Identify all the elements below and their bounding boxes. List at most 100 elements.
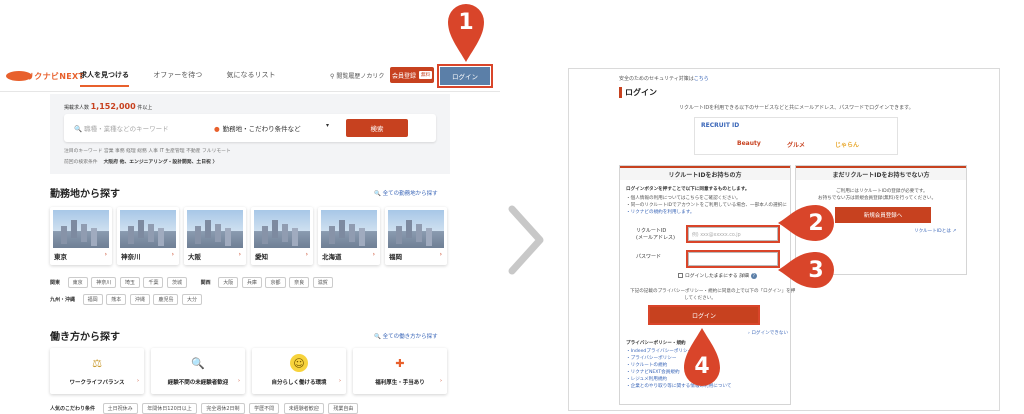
search-button[interactable]: 検索 bbox=[346, 119, 408, 137]
city-card-tokyo[interactable]: 東京 › bbox=[50, 207, 112, 265]
popular-conditions: 人気のこだわり条件 土日祝休み 年間休日120日以上 完全週休2日制 学歴不問 … bbox=[50, 403, 361, 414]
checkbox-icon bbox=[678, 273, 683, 278]
pref-chip[interactable]: 神奈川 bbox=[91, 277, 117, 288]
condition-chip[interactable]: 完全週休2日制 bbox=[201, 403, 245, 414]
city-card-hokkaido[interactable]: 北海道 › bbox=[318, 207, 380, 265]
security-note: 安全のためのセキュリティ対策はこちら bbox=[619, 76, 709, 82]
magnifier-icon: 🔍 bbox=[191, 356, 205, 370]
brand-jalan: じゃらん bbox=[835, 142, 860, 149]
smile-icon: ☺ bbox=[290, 354, 308, 372]
pref-chip[interactable]: 茨城 bbox=[167, 277, 188, 288]
style-section-title: 働き方から探す bbox=[50, 332, 120, 343]
register-button[interactable]: 会員登録 無料 bbox=[390, 67, 434, 83]
condition-chip[interactable]: 学歴不問 bbox=[249, 403, 280, 414]
policy-link[interactable]: ・レジュメ利用規約 bbox=[626, 376, 667, 382]
style-card-inexperienced[interactable]: 🔍 経験不問の未経験者歓迎 › bbox=[151, 348, 245, 394]
city-photo bbox=[254, 210, 310, 248]
free-badge: 無料 bbox=[419, 71, 432, 79]
pref-chip[interactable]: 東京 bbox=[67, 277, 88, 288]
recent-search[interactable]: 前回の検索条件 大阪府 他、エンジニアリング・設計開発、土日祝 〉 bbox=[64, 158, 217, 165]
pref-row-kanto-kansai: 関東 東京 神奈川 埼玉 千葉 茨城 関西 大阪 兵庫 京都 奈良 滋賀 bbox=[50, 277, 335, 288]
all-styles-link[interactable]: 🔍 全ての働き方から探す bbox=[374, 332, 438, 340]
have-id-header: リクルートIDをお持ちの方 bbox=[620, 166, 790, 180]
style-card-benefits[interactable]: ✚ 福利厚生・手当あり › bbox=[353, 348, 447, 394]
job-count: 掲載求人数 1,152,000 件以上 bbox=[64, 102, 153, 111]
search-area: 掲載求人数 1,152,000 件以上 🔍 職種・業種などのキーワード ● 勤務地… bbox=[50, 94, 450, 174]
pref-chip[interactable]: 大阪 bbox=[218, 277, 239, 288]
pref-chip[interactable]: 滋賀 bbox=[312, 277, 333, 288]
pin-icon: ● bbox=[214, 125, 220, 133]
keyword-suggestions[interactable]: 注目のキーワード 営業 事務 経理 総務 人事 IT 生産管理 不動産 フルリモ… bbox=[64, 147, 231, 154]
city-card-kanagawa[interactable]: 神奈川 › bbox=[117, 207, 179, 265]
chevron-right-icon bbox=[508, 205, 544, 275]
login-title: ログイン bbox=[619, 87, 657, 98]
password-input[interactable] bbox=[688, 252, 778, 266]
rikunabi-top-page: リクナビNEXT 求人を見つける オファーを待つ 気になるリスト ⚲ 閲覧履歴ノ… bbox=[0, 0, 500, 414]
site-logo[interactable]: リクナビNEXT bbox=[6, 68, 84, 84]
pref-chip[interactable]: 大分 bbox=[182, 294, 203, 305]
keep-login-checkbox[interactable]: ログインしたままにする 詳細? bbox=[678, 272, 757, 279]
benefit-icon: ✚ bbox=[395, 356, 405, 370]
condition-chip[interactable]: 未経験者歓迎 bbox=[283, 403, 324, 414]
city-card-aichi[interactable]: 愛知 › bbox=[251, 207, 313, 265]
condition-chip[interactable]: 年間休日120日以上 bbox=[142, 403, 197, 414]
pref-row-kyushu: 九州・沖縄 福岡 熊本 沖縄 鹿児島 大分 bbox=[50, 294, 204, 305]
style-card-worklife[interactable]: ⚖ ワークライフバランス › bbox=[50, 348, 144, 394]
search-box: 🔍 職種・業種などのキーワード ● 勤務地・こだわり条件など ▾ 検索 bbox=[64, 114, 436, 142]
step-number-1: 1 bbox=[458, 9, 474, 35]
pref-chip[interactable]: 沖縄 bbox=[129, 294, 150, 305]
keyword-input[interactable]: 🔍 職種・業種などのキーワード bbox=[74, 123, 169, 133]
pref-chip[interactable]: 埼玉 bbox=[119, 277, 140, 288]
area-section-title: 勤務地から探す bbox=[50, 189, 120, 200]
location-select[interactable]: ● 勤務地・こだわり条件など bbox=[214, 123, 301, 133]
policy-link[interactable]: ・リクナビNEXT会員規約 bbox=[626, 369, 680, 375]
no-id-header: まだリクルートIDをお持ちでない方 bbox=[796, 166, 966, 180]
nav-find-jobs[interactable]: 求人を見つける bbox=[80, 71, 129, 87]
all-areas-link[interactable]: 🔍 全ての勤務地から探す bbox=[374, 189, 438, 197]
history-link[interactable]: ⚲ 閲覧履歴ノカリク bbox=[330, 71, 384, 80]
security-link[interactable]: こちら bbox=[694, 76, 709, 82]
pref-chip[interactable]: 熊本 bbox=[106, 294, 127, 305]
chevron-down-icon: ▾ bbox=[326, 122, 330, 129]
work-style-cards: ⚖ ワークライフバランス › 🔍 経験不問の未経験者歓迎 › ☺ 自分らしく働ける環… bbox=[50, 348, 450, 396]
pref-chip[interactable]: 鹿児島 bbox=[153, 294, 179, 305]
pref-chip[interactable]: 京都 bbox=[265, 277, 286, 288]
city-photo bbox=[321, 210, 377, 248]
scale-icon: ⚖ bbox=[92, 356, 102, 370]
id-label: リクルートID (メールアドレス) bbox=[636, 228, 675, 241]
login-button[interactable]: ログイン bbox=[440, 67, 490, 85]
city-photo bbox=[53, 210, 109, 248]
condition-chip[interactable]: 残業自由 bbox=[328, 403, 359, 414]
condition-chip[interactable]: 土日祝休み bbox=[102, 403, 138, 414]
what-is-recruit-id-link[interactable]: リクルートIDとは ↗ bbox=[914, 228, 956, 234]
nav-wait-offers[interactable]: オファーを待つ bbox=[153, 71, 202, 79]
nav-favorites[interactable]: 気になるリスト bbox=[226, 71, 275, 79]
brand-beauty: Beauty bbox=[737, 140, 761, 147]
recruit-id-input[interactable]: 例) xxx@xxxxx.co.jp bbox=[688, 227, 778, 241]
pref-chip[interactable]: 兵庫 bbox=[241, 277, 262, 288]
policy-link[interactable]: ・リクルートの規約 bbox=[626, 362, 667, 368]
service-brands: RECRUIT ID Beauty グルメ じゃらん bbox=[694, 117, 898, 155]
style-card-own-way[interactable]: ☺ 自分らしく働ける環境 › bbox=[252, 348, 346, 394]
new-register-button[interactable]: 新規会員登録へ bbox=[835, 207, 931, 223]
city-photo bbox=[388, 210, 444, 248]
policy-link[interactable]: ・プライバシーポリシー bbox=[626, 355, 676, 361]
policy-heading: プライバシーポリシー・規約 bbox=[626, 341, 686, 346]
cannot-login-link[interactable]: › ログインできない bbox=[748, 330, 788, 336]
city-card-osaka[interactable]: 大阪 › bbox=[184, 207, 246, 265]
privacy-here-link[interactable]: こちら bbox=[686, 196, 700, 201]
main-nav: 求人を見つける オファーを待つ 気になるリスト bbox=[80, 70, 297, 87]
step-number-3: 3 bbox=[808, 257, 824, 283]
pref-chip[interactable]: 福岡 bbox=[82, 294, 103, 305]
city-card-fukuoka[interactable]: 福岡 › bbox=[385, 207, 447, 265]
step-number-2: 2 bbox=[808, 210, 824, 236]
city-photo bbox=[187, 210, 243, 248]
login-submit-button[interactable]: ログイン bbox=[650, 307, 758, 323]
city-cards: 東京 › 神奈川 › 大阪 › 愛知 › 北海道 › 福岡 › bbox=[50, 207, 450, 267]
password-label: パスワード bbox=[636, 254, 662, 260]
top-navigation: リクナビNEXT 求人を見つける オファーを待つ 気になるリスト ⚲ 閲覧履歴ノ… bbox=[0, 60, 500, 92]
login-description: リクルートIDを利用できる以下のサービスなどと共にメールアドレス、パスワードでロ… bbox=[679, 105, 914, 111]
pref-chip[interactable]: 奈良 bbox=[289, 277, 310, 288]
pref-chip[interactable]: 千葉 bbox=[143, 277, 164, 288]
city-photo bbox=[120, 210, 176, 248]
